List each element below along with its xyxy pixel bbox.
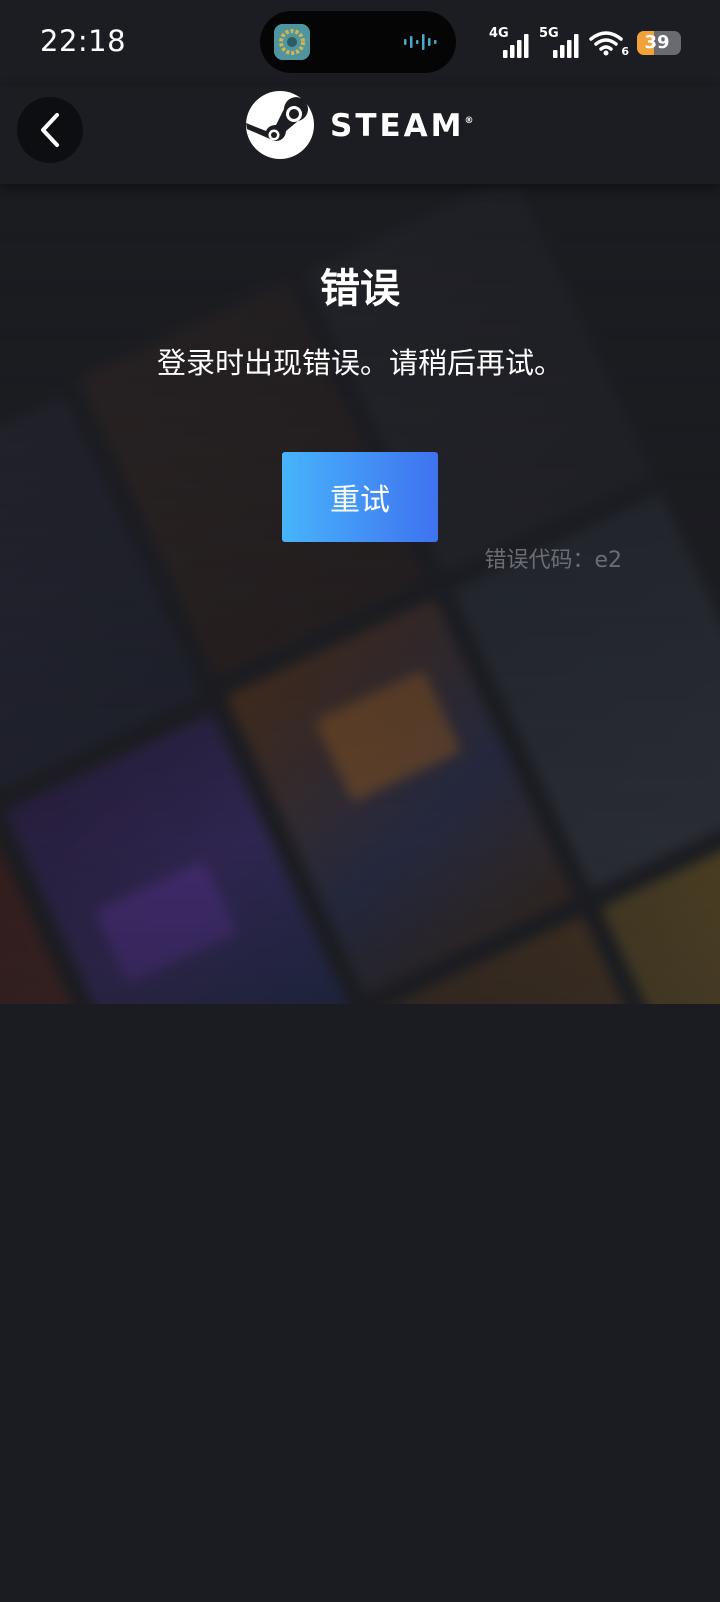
steam-logo: STEAM® (246, 88, 474, 162)
cellular-5g-indicator: 5G (539, 26, 581, 58)
steam-wordmark: STEAM® (330, 108, 474, 144)
signal-bars-icon (503, 34, 529, 58)
back-button[interactable] (17, 97, 83, 163)
steam-app-screen: 22:18 4G 5G 6 39 STEAM® 错误 登录时出现错误。请稍后再试… (0, 0, 720, 1602)
steam-wordmark-text: STEAM (330, 108, 465, 144)
error-message: 登录时出现错误。请稍后再试。 (156, 346, 563, 380)
island-app-icon[interactable] (274, 24, 310, 60)
battery-level-text: 39 (644, 32, 670, 53)
app-header: STEAM® (0, 86, 720, 184)
registered-mark: ® (464, 116, 474, 126)
status-icons: 4G 5G 6 39 (489, 26, 681, 60)
cellular-4g-indicator: 4G (489, 26, 531, 58)
wifi-standard-label: 6 (621, 45, 629, 58)
signal-bars-icon (553, 34, 579, 58)
wifi-indicator: 6 (589, 28, 629, 58)
retry-button[interactable]: 重试 (282, 452, 438, 542)
battery-indicator: 39 (637, 31, 681, 55)
status-bar: 22:18 4G 5G 6 39 (0, 0, 720, 86)
status-clock: 22:18 (40, 24, 127, 58)
audio-wave-icon (404, 34, 438, 54)
wifi-icon (589, 31, 623, 56)
battery-icon: 39 (637, 31, 681, 55)
error-title: 错误 (320, 266, 400, 312)
chevron-left-icon (41, 113, 59, 147)
steam-logo-icon (246, 91, 314, 159)
error-code: 错误代码：e2 (484, 548, 622, 573)
dynamic-island[interactable] (260, 11, 456, 73)
